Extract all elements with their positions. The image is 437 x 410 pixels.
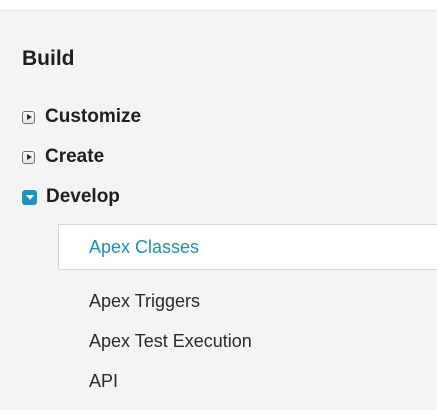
subnav-item-label: Apex Classes [89, 237, 200, 257]
subnav-item-apex-classes[interactable]: Apex Classes [58, 224, 437, 270]
nav-item-create[interactable]: Create [22, 144, 104, 170]
top-divider [0, 0, 437, 11]
subnav-item-api[interactable]: API [89, 369, 118, 393]
collapse-toggle-icon[interactable] [22, 189, 37, 205]
expand-toggle-icon[interactable] [22, 150, 35, 164]
subnav-item-apex-test-execution[interactable]: Apex Test Execution [89, 329, 252, 353]
expand-toggle-icon[interactable] [22, 110, 35, 124]
section-title-build: Build [22, 47, 75, 70]
nav-item-label: Customize [45, 106, 142, 127]
subnav-item-apex-triggers[interactable]: Apex Triggers [89, 289, 200, 313]
nav-item-customize[interactable]: Customize [22, 104, 141, 130]
nav-item-develop[interactable]: Develop [22, 184, 120, 210]
nav-item-label: Create [45, 146, 105, 167]
nav-item-label: Develop [46, 186, 120, 207]
